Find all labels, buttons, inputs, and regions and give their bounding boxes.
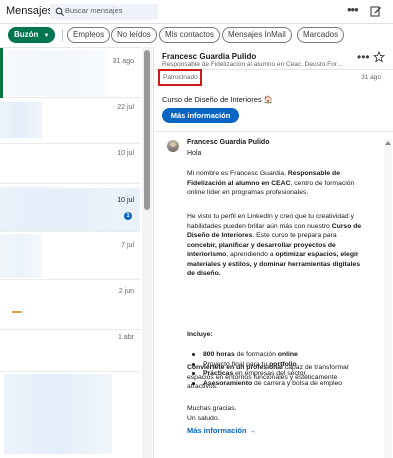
message-text: He visto tu perfil en LinkedIn y creo qu…: [187, 213, 354, 230]
conversation-date: 10 jul: [117, 197, 134, 204]
message-text: . Este curso te prepara para: [252, 232, 337, 239]
conversation-item-unread[interactable]: 10 jul 1: [0, 188, 140, 232]
sponsored-label: Patrocinado: [158, 69, 202, 86]
avatar: [0, 234, 42, 278]
filter-chip-empleos[interactable]: Empleos: [67, 27, 111, 43]
avatar: [5, 190, 120, 230]
page-title: Mensajes: [6, 5, 54, 17]
list-scrollbar[interactable]: [142, 47, 152, 458]
message-text-bold: Incluye:: [187, 331, 213, 338]
thread-scrollbar[interactable]: [384, 139, 392, 458]
conversation-list: 31 ago 22 jul 10 jul 10 jul 1 7 jul 2 ju…: [0, 47, 140, 458]
conversation-date: 31 ago: [112, 58, 134, 65]
compose-icon[interactable]: [370, 5, 382, 17]
star-icon[interactable]: [373, 51, 385, 63]
message-paragraph: Mi nombre es Francesc Guardia, Responsab…: [187, 169, 365, 198]
message-greeting: Hola: [187, 150, 202, 157]
avatar: [4, 374, 112, 454]
avatar: [0, 102, 42, 138]
avatar[interactable]: [167, 140, 179, 152]
filter-chip-inmail[interactable]: Mensajes InMail: [222, 27, 292, 43]
conversation-date: 7 jul: [121, 242, 134, 249]
conversation-item[interactable]: 10 jul: [0, 144, 140, 184]
conversation-item[interactable]: 31 ago: [0, 48, 140, 98]
conversation-date: 1 abr: [118, 334, 134, 341]
conversation-date: 22 jul: [117, 104, 134, 111]
filter-chip-mis-contactos[interactable]: Mis contactos: [159, 27, 220, 43]
conversation-item[interactable]: 2 jun: [0, 280, 140, 330]
message-text: Mi nombre es Francesc Guardia,: [187, 170, 288, 177]
search-icon: [55, 7, 64, 16]
conversation-item[interactable]: 7 jul: [0, 232, 140, 280]
more-info-link[interactable]: Más información →: [187, 426, 256, 435]
unread-badge: 1: [124, 212, 132, 220]
thread-sender-headline: Responsable de Fidelización al alumno en…: [162, 61, 347, 68]
search-input[interactable]: Buscar mensajes: [50, 4, 158, 20]
more-info-button[interactable]: Más información: [162, 108, 239, 123]
conversation-date: 10 jul: [117, 150, 134, 157]
message-author[interactable]: Francesc Guardia Pulido: [187, 139, 269, 146]
message-thread: Francesc Guardia Pulido Responsable de F…: [153, 47, 393, 458]
list-item: 800 horas de formación online: [192, 350, 367, 360]
conversation-item[interactable]: 22 jul: [0, 98, 140, 144]
message-paragraph: Conviértete en un profesional capaz de t…: [187, 363, 365, 392]
scrollbar-thumb[interactable]: [144, 50, 150, 210]
conversation-item[interactable]: 1 abr: [0, 330, 140, 372]
inbox-dropdown[interactable]: Buzón ▼: [8, 27, 56, 43]
course-title: Curso de Diseño de Interiores 🏠: [162, 95, 274, 104]
more-options-icon[interactable]: •••: [357, 51, 370, 63]
scroll-up-arrow-icon[interactable]: [385, 141, 391, 145]
avatar: [12, 311, 22, 313]
divider: [154, 131, 393, 132]
search-placeholder: Buscar mensajes: [65, 6, 123, 15]
message-text: Un saludo.: [187, 414, 220, 422]
message-includes: Incluye:: [187, 330, 365, 340]
thread-date: 31 ago: [361, 74, 381, 81]
sponsored-text: Patrocinado: [163, 74, 198, 81]
message-text-bold: Conviértete en un profesional: [187, 364, 283, 371]
divider: [62, 29, 63, 41]
selected-indicator: [0, 48, 3, 98]
more-options-icon[interactable]: •••: [347, 3, 359, 17]
inbox-dropdown-label: Buzón: [14, 30, 39, 39]
thread-sender-name[interactable]: Francesc Guardia Pulido: [162, 52, 256, 61]
message-signoff: Muchas gracias, Un saludo.: [187, 404, 365, 423]
avatar: [5, 50, 107, 96]
filter-chip-no-leidos[interactable]: No leídos: [111, 27, 157, 43]
chevron-down-icon: ▼: [43, 33, 50, 39]
message-text: , aprendiendo a: [226, 251, 276, 258]
messaging-header: Mensajes Buscar mensajes •••: [0, 0, 393, 24]
message-paragraph: He visto tu perfil en LinkedIn y creo qu…: [187, 212, 365, 279]
conversation-item[interactable]: [0, 372, 140, 458]
message-text: Muchas gracias,: [187, 405, 237, 412]
filter-bar: Buzón ▼ Empleos No leídos Mis contactos M…: [0, 25, 393, 47]
conversation-date: 2 jun: [118, 288, 134, 295]
filter-chip-marcados[interactable]: Marcados: [297, 27, 345, 43]
